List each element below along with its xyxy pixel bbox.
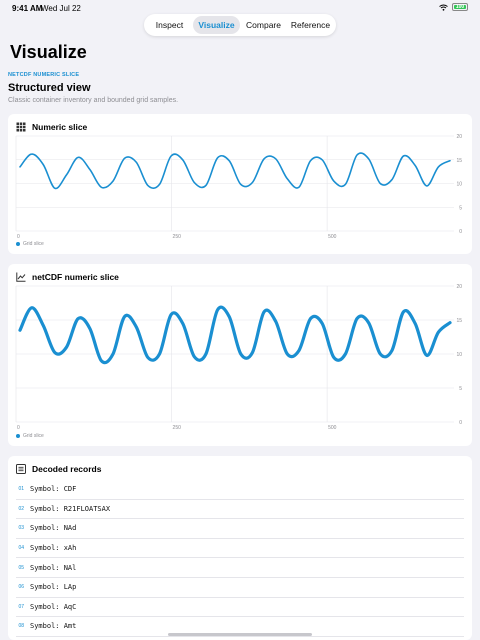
y-tick-label: 20 <box>456 134 462 140</box>
numeric-slice-chart: 0 5 10 15 20 0 250 500 <box>15 134 462 240</box>
tab-visualize[interactable]: Visualize <box>193 16 240 34</box>
record-row[interactable]: 01 Symbol: CDF <box>16 480 464 500</box>
tab-compare[interactable]: Compare <box>240 16 287 34</box>
legend-dot <box>16 242 20 246</box>
battery-icon: 100 <box>452 3 468 11</box>
status-time: 9:41 AM <box>12 4 43 13</box>
legend-label: Grid slice <box>23 241 44 247</box>
legend-label: Grid slice <box>23 433 44 439</box>
record-index: 03 <box>18 525 24 532</box>
record-text: Symbol: LAp <box>30 583 77 592</box>
x-tick-label: 250 <box>173 234 182 240</box>
section-description: Classic container inventory and bounded … <box>8 97 179 104</box>
y-tick-label: 5 <box>459 205 462 211</box>
record-row[interactable]: 04 Symbol: xAh <box>16 539 464 559</box>
records-list: 01 Symbol: CDF 02 Symbol: R21FLOATSAX 03 Symb… <box>8 480 472 640</box>
page-title: Visualize <box>10 42 87 62</box>
chart-legend: Grid slice <box>16 241 44 247</box>
y-tick-label: 15 <box>456 158 462 164</box>
x-tick-label: 0 <box>17 425 20 431</box>
record-text: Symbol: NAd <box>30 524 77 533</box>
y-tick-label: 5 <box>459 386 462 392</box>
decoded-records-card: Decoded records 01 Symbol: CDF 02 Symbol: R… <box>8 456 472 640</box>
record-text: Symbol: xAh <box>30 544 77 553</box>
y-tick-label: 0 <box>459 229 462 235</box>
record-text: Symbol: Amt <box>30 622 77 631</box>
tab-inspect[interactable]: Inspect <box>146 16 193 34</box>
record-index: 04 <box>18 545 24 552</box>
x-tick-label: 500 <box>328 425 337 431</box>
y-tick-label: 0 <box>459 420 462 426</box>
section-eyebrow: NETCDF NUMERIC SLICE <box>8 72 80 78</box>
series-line <box>18 305 452 365</box>
y-tick-label: 10 <box>456 182 462 188</box>
status-date: Wed Jul 22 <box>41 4 81 13</box>
record-index: 07 <box>18 603 24 610</box>
card-title: Decoded records <box>32 464 102 474</box>
chart-legend: Grid slice <box>16 433 44 439</box>
netcdf-numeric-slice-card: netCDF numeric slice 0 5 10 15 20 0 250 500 Gri… <box>8 264 472 446</box>
record-row[interactable]: 06 Symbol: LAp <box>16 578 464 598</box>
netcdf-numeric-slice-chart: 0 5 10 15 20 0 250 500 <box>15 284 462 431</box>
record-row[interactable]: 02 Symbol: R21FLOATSAX <box>16 500 464 520</box>
record-row[interactable]: 05 Symbol: NAl <box>16 558 464 578</box>
record-row[interactable]: 03 Symbol: NAd <box>16 519 464 539</box>
y-tick-label: 20 <box>456 284 462 290</box>
home-indicator <box>168 633 312 636</box>
x-tick-label: 500 <box>328 234 337 240</box>
status-indicators: 100 <box>439 3 468 11</box>
section-title: Structured view <box>8 82 91 94</box>
record-row[interactable]: 07 Symbol: AqC <box>16 598 464 618</box>
card-header: Decoded records <box>16 464 101 474</box>
x-tick-label: 0 <box>17 234 20 240</box>
record-index: 06 <box>18 584 24 591</box>
view-switcher: Inspect Visualize Compare Reference <box>144 14 336 36</box>
battery-level: 100 <box>454 4 466 10</box>
record-text: Symbol: CDF <box>30 485 77 494</box>
record-text: Symbol: R21FLOATSAX <box>30 504 111 513</box>
series-line <box>19 152 451 190</box>
record-index: 01 <box>18 486 24 493</box>
record-text: Symbol: NAl <box>30 563 77 572</box>
legend-dot <box>16 434 20 438</box>
numeric-slice-card: Numeric slice 0 5 10 15 20 0 250 500 Grid slice <box>8 114 472 254</box>
tab-reference[interactable]: Reference <box>287 16 334 34</box>
wifi-icon <box>439 4 448 11</box>
y-tick-label: 15 <box>456 318 462 324</box>
record-index: 05 <box>18 564 24 571</box>
x-tick-label: 250 <box>173 425 182 431</box>
record-index: 02 <box>18 505 24 512</box>
y-tick-label: 10 <box>456 352 462 358</box>
list-icon <box>16 464 26 474</box>
record-index: 08 <box>18 623 24 630</box>
record-text: Symbol: AqC <box>30 602 77 611</box>
